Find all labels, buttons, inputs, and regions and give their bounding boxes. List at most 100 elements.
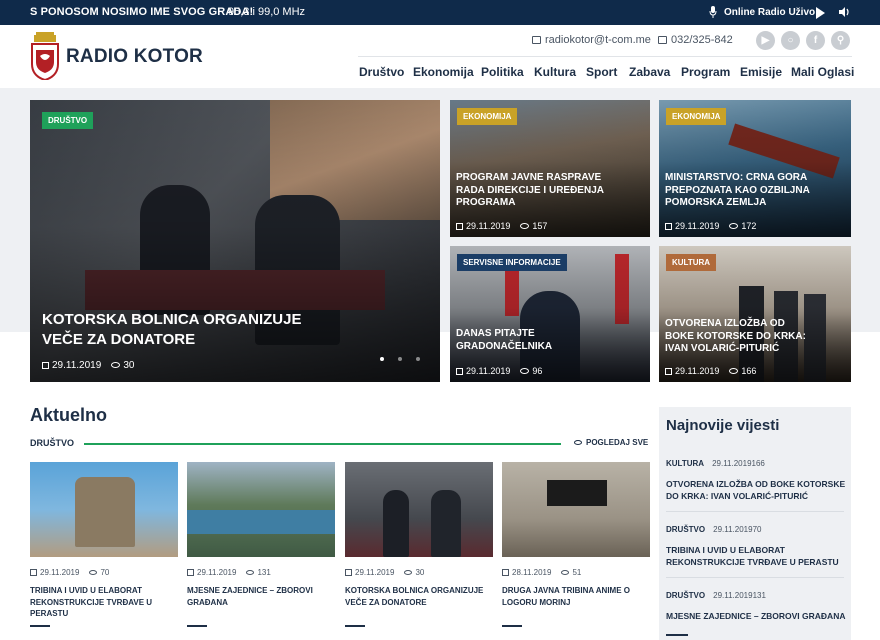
hero-tile-title[interactable]: OTVORENA IZLOŽBA OD BOKE KOTORSKE DO KRK…	[665, 318, 845, 356]
sidebar-item-meta: DRUŠTVO 29.11.2019131	[666, 591, 766, 600]
play-icon[interactable]	[816, 7, 825, 19]
news-card[interactable]: 29.11.2019 70 TRIBINA I UVID U ELABORAT R…	[30, 462, 178, 627]
nav-item-mali-oglasi[interactable]: Mali Oglasi	[791, 65, 854, 79]
calendar-icon	[345, 569, 352, 576]
news-card[interactable]: 29.11.2019 131 MJESNE ZAJEDNICE – ZBOROVI…	[187, 462, 335, 627]
bay-water-shape	[187, 510, 335, 534]
slider-dot[interactable]	[398, 357, 402, 361]
card-title[interactable]: KOTORSKA BOLNICA ORGANIZUJE VEČE ZA DONA…	[345, 585, 493, 608]
latest-news-sidebar: Najnovije vijesti KULTURA 29.11.2019166 O…	[659, 407, 851, 640]
youtube-icon[interactable]: ▶	[756, 31, 775, 50]
card-title[interactable]: TRIBINA I UVID U ELABORAT REKONSTRUKCIJE…	[30, 585, 178, 620]
news-card[interactable]: 29.11.2019 30 KOTORSKA BOLNICA ORGANIZUJE…	[345, 462, 493, 627]
card-title[interactable]: DRUGA JAVNA TRIBINA ANIME O LOGORU MORIN…	[502, 585, 650, 608]
nav-item-zabava[interactable]: Zabava	[629, 65, 670, 79]
sidebar-underline	[666, 634, 688, 636]
envelope-icon	[532, 36, 541, 44]
contact-email[interactable]: radiokotor@t-com.me	[532, 34, 651, 46]
hero-tile-title[interactable]: PROGRAM JAVNE RASPRAVE RADA DIREKCIJE I …	[456, 172, 644, 210]
hero-main-title[interactable]: KOTORSKA BOLNICA ORGANIZUJE VEČE ZA DONA…	[42, 310, 434, 350]
views-icon	[561, 570, 570, 575]
nav-item-program[interactable]: Program	[681, 65, 730, 79]
person-figure	[431, 490, 461, 557]
news-card[interactable]: 28.11.2019 51 DRUGA JAVNA TRIBINA ANIME O…	[502, 462, 650, 627]
sidebar-item-title[interactable]: MJESNE ZAJEDNICE – ZBOROVI GRAĐANA	[666, 610, 846, 622]
sidebar-news-item[interactable]: DRUŠTVO 29.11.201970 TRIBINA I UVID U ELA…	[666, 525, 846, 568]
fortress-ruin-shape	[75, 477, 135, 547]
calendar-icon	[456, 223, 463, 230]
hero-tile-meta: 29.11.2019 96	[456, 366, 542, 376]
sidebar-item-meta: KULTURA 29.11.2019166	[666, 459, 765, 468]
hero-main-meta: 29.11.2019 30	[42, 360, 134, 371]
nav-divider	[358, 56, 852, 57]
views-icon	[111, 362, 121, 368]
card-meta: 29.11.2019 131	[187, 568, 335, 577]
sidebar-title: Najnovije vijesti	[666, 417, 780, 434]
calendar-icon	[456, 368, 463, 375]
top-bar: S PONOSOM NOSIMO IME SVOG GRADA! 95,3 i …	[0, 0, 880, 25]
sidebar-news-item[interactable]: KULTURA 29.11.2019166 OTVORENA IZLOŽBA OD…	[666, 459, 846, 502]
memorial-sign	[547, 480, 607, 506]
slider-dot[interactable]	[416, 357, 420, 361]
contact-phone[interactable]: 032/325-842	[658, 34, 733, 46]
instagram-icon[interactable]: ○	[781, 31, 800, 50]
calendar-icon	[30, 569, 37, 576]
card-meta: 29.11.2019 30	[345, 568, 493, 577]
calendar-icon	[42, 362, 49, 369]
hero-tile[interactable]: SERVISNE INFORMACIJE DANAS PITAJTE GRADO…	[450, 246, 650, 382]
section-divider	[84, 443, 561, 445]
hero-tile-title[interactable]: DANAS PITAJTE GRADONAČELNIKA	[456, 328, 644, 353]
nav-item-drustvo[interactable]: Društvo	[359, 65, 404, 79]
slogan: S PONOSOM NOSIMO IME SVOG GRADA!	[30, 6, 254, 18]
card-underline	[187, 625, 207, 627]
views-icon	[520, 223, 530, 229]
nav-item-kultura[interactable]: Kultura	[534, 65, 576, 79]
hero-tile-meta: 29.11.2019 172	[665, 221, 756, 231]
section-title: Aktuelno	[30, 405, 108, 425]
calendar-icon	[665, 368, 672, 375]
category-badge[interactable]: EKONOMIJA	[457, 108, 518, 125]
volume-icon[interactable]	[838, 6, 850, 18]
category-badge[interactable]: SERVISNE INFORMACIJE	[457, 254, 567, 271]
hero-tile-title[interactable]: MINISTARSTVO: CRNA GORA PREPOZNATA KAO O…	[665, 172, 845, 210]
sidebar-item-title[interactable]: OTVORENA IZLOŽBA OD BOKE KOTORSKE DO KRK…	[666, 478, 846, 502]
sidebar-item-title[interactable]: TRIBINA I UVID U ELABORAT REKONSTRUKCIJE…	[666, 544, 846, 568]
card-meta: 29.11.2019 70	[30, 568, 178, 577]
sidebar-divider	[666, 577, 844, 578]
card-meta: 28.11.2019 51	[502, 568, 650, 577]
live-radio-label: Online Radio Uživo:	[724, 7, 819, 18]
nav-item-sport[interactable]: Sport	[586, 65, 617, 79]
calendar-icon	[665, 223, 672, 230]
kotor-crest-logo[interactable]	[30, 32, 60, 80]
card-image[interactable]	[502, 462, 650, 557]
views-icon	[404, 570, 413, 575]
nav-item-ekonomija[interactable]: Ekonomija	[413, 65, 474, 79]
person-figure	[383, 490, 409, 557]
card-image[interactable]	[30, 462, 178, 557]
slider-dot[interactable]	[380, 357, 384, 361]
site-logo-text[interactable]: RADIO KOTOR	[66, 46, 203, 68]
category-badge[interactable]: KULTURA	[666, 254, 717, 271]
card-image[interactable]	[345, 462, 493, 557]
hero-tile[interactable]: EKONOMIJA PROGRAM JAVNE RASPRAVE RADA DI…	[450, 100, 650, 237]
sidebar-news-item[interactable]: DRUŠTVO 29.11.2019131 MJESNE ZAJEDNICE – …	[666, 591, 846, 622]
see-all-link[interactable]: POGLEDAJ SVE	[574, 438, 648, 447]
views-icon	[729, 368, 739, 374]
hero-tile[interactable]: KULTURA OTVORENA IZLOŽBA OD BOKE KOTORSK…	[659, 246, 851, 382]
nav-item-politika[interactable]: Politika	[481, 65, 524, 79]
hero-tile[interactable]: EKONOMIJA MINISTARSTVO: CRNA GORA PREPOZ…	[659, 100, 851, 237]
nav-item-emisije[interactable]: Emisije	[740, 65, 782, 79]
facebook-icon[interactable]: f	[806, 31, 825, 50]
category-badge[interactable]: DRUŠTVO	[42, 112, 94, 129]
view-icon	[574, 440, 582, 445]
category-badge[interactable]: EKONOMIJA	[666, 108, 727, 125]
sidebar-divider	[666, 511, 844, 512]
site-header: RADIO KOTOR radiokotor@t-com.me 032/325-…	[0, 25, 880, 88]
card-image[interactable]	[187, 462, 335, 557]
sidebar-item-meta: DRUŠTVO 29.11.201970	[666, 525, 762, 534]
card-title[interactable]: MJESNE ZAJEDNICE – ZBOROVI GRAĐANA	[187, 585, 335, 608]
search-icon[interactable]: ⚲	[831, 31, 850, 50]
card-underline	[502, 625, 522, 627]
card-underline	[30, 625, 50, 627]
hero-main-story[interactable]: DRUŠTVO KOTORSKA BOLNICA ORGANIZUJE VEČE…	[30, 100, 440, 382]
